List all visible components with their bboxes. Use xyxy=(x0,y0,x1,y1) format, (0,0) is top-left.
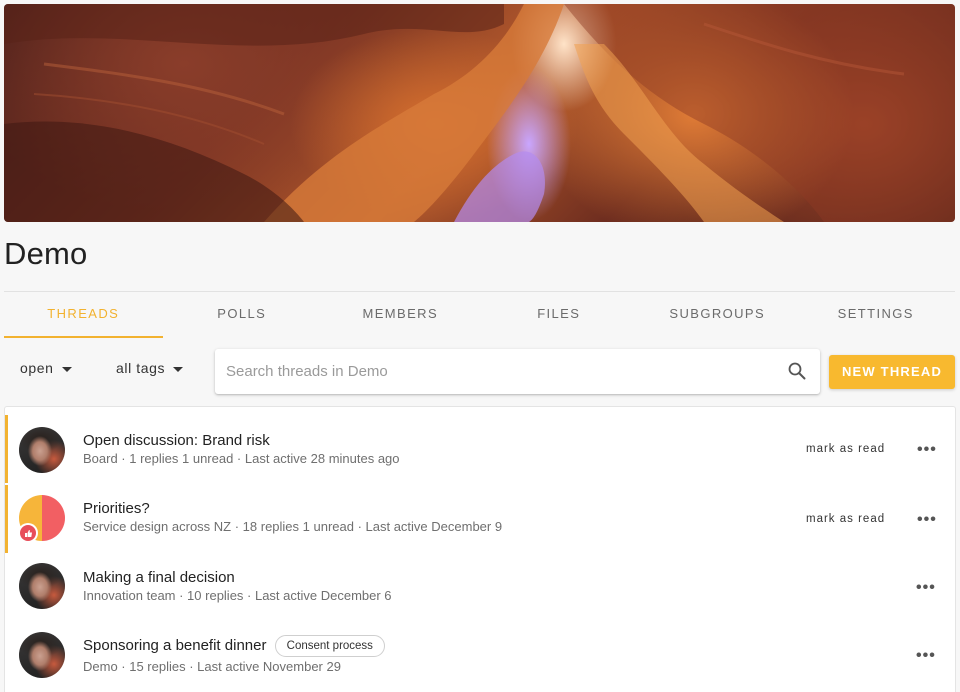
group-page: Demo THREADS POLLS MEMBERS FILES SUBGROU… xyxy=(0,0,960,692)
group-title: Demo xyxy=(4,236,88,271)
thread-meta: Service design across NZ · 18 replies 1 … xyxy=(83,519,503,534)
mark-as-read-link[interactable]: mark as read xyxy=(806,513,885,525)
thread-meta: Innovation team · 10 replies · Last acti… xyxy=(83,588,392,603)
thumbs-up-icon xyxy=(20,525,36,541)
cover-image xyxy=(4,4,955,222)
search-icon[interactable] xyxy=(788,362,806,385)
author-avatar xyxy=(19,563,65,609)
thread-row[interactable]: Priorities? Service design across NZ · 1… xyxy=(5,485,955,553)
tab-files[interactable]: FILES xyxy=(480,292,639,338)
canyon-artwork xyxy=(4,4,955,222)
caret-down-icon xyxy=(173,366,184,372)
thread-row[interactable]: Sponsoring a benefit dinner Consent proc… xyxy=(5,623,955,691)
more-options-icon[interactable]: ••• xyxy=(917,441,937,459)
more-options-icon[interactable]: ••• xyxy=(917,511,937,529)
thread-row[interactable]: Open discussion: Brand risk Board · 1 re… xyxy=(5,415,955,483)
thread-row[interactable]: Making a final decision Innovation team … xyxy=(5,555,955,623)
thread-title[interactable]: Open discussion: Brand risk xyxy=(83,432,270,449)
tab-subgroups[interactable]: SUBGROUPS xyxy=(638,292,797,338)
thread-title[interactable]: Sponsoring a benefit dinner xyxy=(83,637,266,654)
mark-as-read-link[interactable]: mark as read xyxy=(806,443,885,455)
search-input[interactable] xyxy=(215,349,786,394)
thread-title[interactable]: Priorities? xyxy=(83,500,150,517)
thread-meta: Demo · 15 replies · Last active November… xyxy=(83,659,341,674)
thread-title[interactable]: Making a final decision xyxy=(83,569,235,586)
thread-meta: Board · 1 replies 1 unread · Last active… xyxy=(83,451,400,466)
tag-chip[interactable]: Consent process xyxy=(274,635,385,657)
thread-list: Open discussion: Brand risk Board · 1 re… xyxy=(4,406,956,692)
more-options-icon[interactable]: ••• xyxy=(916,647,936,665)
more-options-icon[interactable]: ••• xyxy=(916,579,936,597)
thread-title-line: Sponsoring a benefit dinner Consent proc… xyxy=(83,635,385,657)
group-tabs: THREADS POLLS MEMBERS FILES SUBGROUPS SE… xyxy=(4,291,955,338)
tab-settings[interactable]: SETTINGS xyxy=(797,292,956,338)
status-filter-dropdown[interactable]: open xyxy=(20,360,72,376)
status-filter-label: open xyxy=(20,360,54,376)
search-box xyxy=(215,349,820,394)
tab-polls[interactable]: POLLS xyxy=(163,292,322,338)
tag-filter-dropdown[interactable]: all tags xyxy=(116,360,184,376)
new-thread-button[interactable]: NEW THREAD xyxy=(829,355,955,389)
author-avatar xyxy=(19,427,65,473)
tab-threads[interactable]: THREADS xyxy=(4,292,163,338)
tab-members[interactable]: MEMBERS xyxy=(321,292,480,338)
poll-badge xyxy=(18,523,38,543)
author-avatar xyxy=(19,632,65,678)
caret-down-icon xyxy=(61,366,72,372)
tag-filter-label: all tags xyxy=(116,360,166,376)
